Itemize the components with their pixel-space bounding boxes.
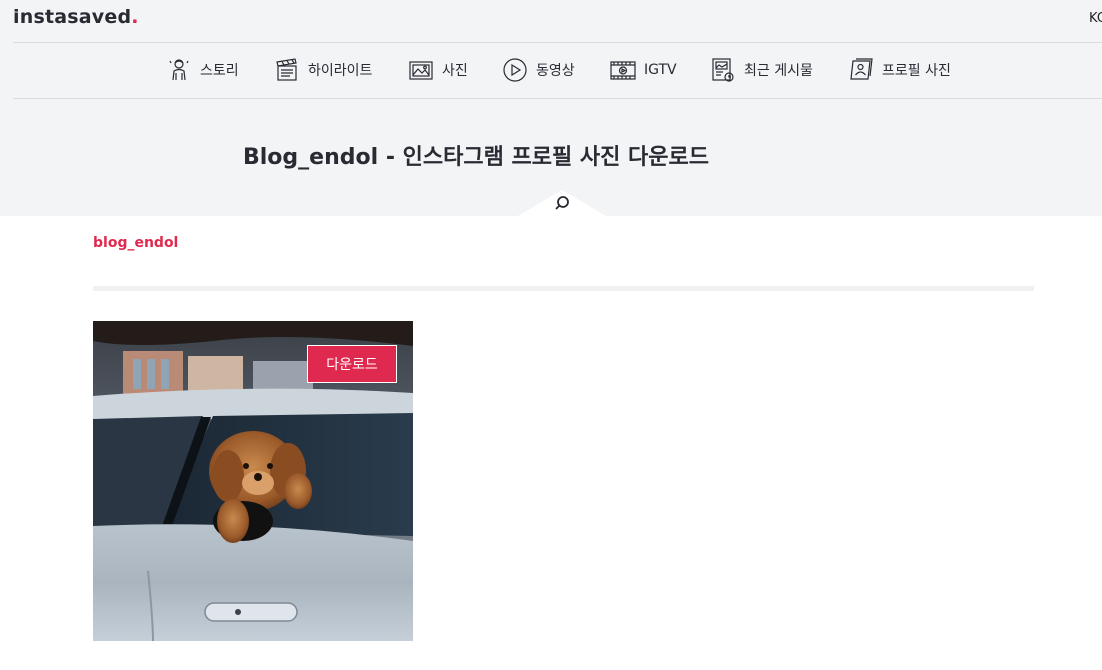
nav-item-recent-posts[interactable]: 최근 게시물: [710, 56, 848, 84]
nav-label: IGTV: [644, 62, 677, 78]
nav-label: 사진: [442, 63, 468, 79]
page-title: Blog_endol - 인스타그램 프로필 사진 다운로드: [243, 145, 709, 170]
language-selector[interactable]: KO: [1089, 11, 1102, 26]
content-divider: [93, 286, 1034, 291]
clapperboard-icon: [276, 58, 297, 81]
nav-item-photos[interactable]: 사진: [408, 56, 502, 84]
header-area: instasaved. KO 스토리 하이라이트 사진 동영상 IGTV 최근 …: [0, 0, 1102, 216]
nav-item-videos[interactable]: 동영상: [502, 56, 610, 84]
nav-item-story[interactable]: 스토리: [166, 56, 274, 84]
profile-photo-icon: [850, 58, 873, 80]
igtv-icon: [610, 61, 636, 80]
download-button[interactable]: 다운로드: [307, 345, 397, 383]
category-nav: 스토리 하이라이트 사진 동영상 IGTV 최근 게시물 프로필 사진: [166, 56, 960, 84]
logo-text: instasaved: [13, 6, 132, 28]
play-icon: [503, 58, 527, 82]
search-icon[interactable]: [551, 193, 573, 215]
story-icon: [169, 59, 189, 81]
top-divider: [13, 42, 1102, 43]
nav-label: 동영상: [536, 63, 575, 79]
nav-divider: [13, 98, 1102, 99]
photo-icon: [409, 61, 433, 80]
nav-item-highlights[interactable]: 하이라이트: [274, 56, 408, 84]
nav-item-profile-photo[interactable]: 프로필 사진: [848, 56, 960, 84]
logo-dot: .: [131, 6, 139, 28]
recent-posts-icon: [712, 58, 734, 82]
nav-label: 스토리: [200, 63, 239, 79]
profile-username-link[interactable]: blog_endol: [93, 235, 178, 251]
nav-label: 프로필 사진: [882, 63, 951, 79]
nav-label: 최근 게시물: [744, 63, 813, 79]
site-logo[interactable]: instasaved.: [13, 6, 139, 28]
nav-item-igtv[interactable]: IGTV: [610, 56, 710, 84]
nav-label: 하이라이트: [308, 63, 373, 79]
